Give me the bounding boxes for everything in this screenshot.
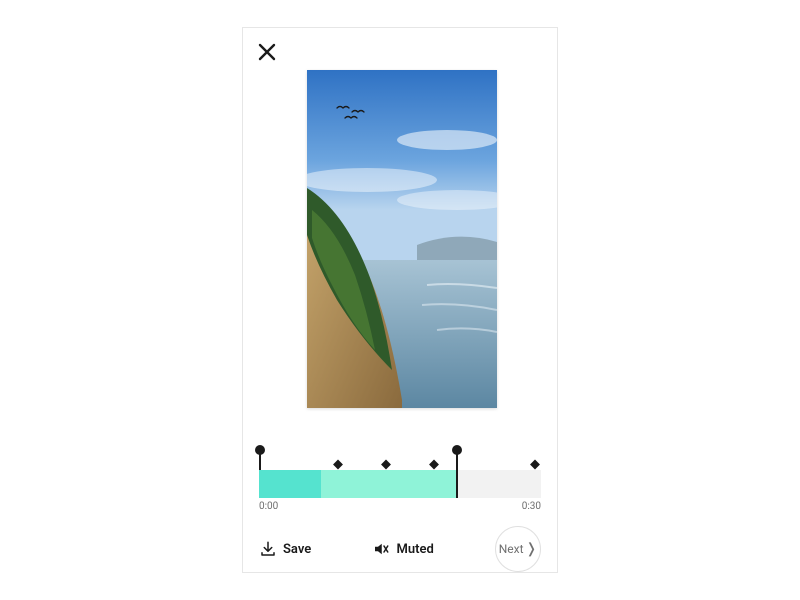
timeline-segment xyxy=(259,470,321,498)
trim-handle-end[interactable] xyxy=(456,450,458,470)
timeline-segment xyxy=(321,470,456,498)
download-icon xyxy=(259,540,277,558)
trim-handle-start[interactable] xyxy=(259,450,261,470)
trim-timeline[interactable]: 0:00 0:30 xyxy=(259,444,541,498)
time-end-label: 0:30 xyxy=(522,501,541,512)
keyframe-marker[interactable] xyxy=(530,460,540,470)
time-start-label: 0:00 xyxy=(259,501,278,512)
save-label: Save xyxy=(283,542,311,557)
save-button[interactable]: Save xyxy=(259,540,311,558)
timeline-track[interactable]: 0:00 0:30 xyxy=(259,470,541,498)
keyframe-marker[interactable] xyxy=(333,460,343,470)
mute-label: Muted xyxy=(396,542,433,557)
playhead[interactable] xyxy=(456,470,458,498)
next-label: Next xyxy=(499,542,524,556)
keyframe-marker[interactable] xyxy=(381,460,391,470)
preview-image xyxy=(307,70,497,408)
bottom-toolbar: Save Muted Next ❭ xyxy=(243,526,557,572)
close-icon xyxy=(255,40,279,64)
close-button[interactable] xyxy=(255,40,279,64)
keyframe-marker[interactable] xyxy=(429,460,439,470)
mute-toggle[interactable]: Muted xyxy=(372,540,433,558)
video-preview[interactable] xyxy=(307,70,497,408)
editor-panel: 0:00 0:30 Save Muted Next ❭ xyxy=(242,27,558,573)
next-button[interactable]: Next ❭ xyxy=(495,526,541,572)
chevron-right-icon: ❭ xyxy=(526,541,538,558)
speaker-muted-icon xyxy=(372,540,390,558)
